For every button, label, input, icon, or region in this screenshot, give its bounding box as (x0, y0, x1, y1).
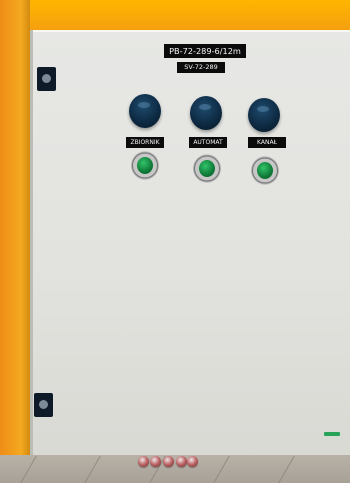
cabinet-edge (30, 30, 33, 460)
floor (0, 455, 350, 483)
lock-icon[interactable] (34, 393, 53, 417)
label-zbiornik: ZBIORNIK (126, 137, 164, 148)
panel-subtitle-plate: SV-72-289 (177, 62, 225, 73)
cable-gland (176, 456, 187, 467)
photo-stage: PB-72-289-6/12m SV-72-289 ZBIORNIK AUTOM… (0, 0, 350, 483)
selector-knob-zbiornik[interactable] (129, 94, 161, 128)
indicator-light-zbiornik[interactable] (131, 151, 159, 180)
control-cabinet (30, 30, 350, 460)
wall-left (0, 0, 30, 483)
indicator-light-kanal[interactable] (251, 156, 279, 185)
indicator-light-automat[interactable] (193, 154, 221, 183)
panel-title-plate: PB-72-289-6/12m (164, 44, 246, 58)
label-automat: AUTOMAT (189, 137, 227, 148)
selector-knob-kanal[interactable] (248, 98, 280, 132)
brand-label (324, 432, 340, 436)
cable-gland (150, 456, 161, 467)
cable-gland (138, 456, 149, 467)
label-kanal: KANAŁ (248, 137, 286, 148)
lock-icon[interactable] (37, 67, 56, 91)
cable-gland (163, 456, 174, 467)
selector-knob-automat[interactable] (190, 96, 222, 130)
cable-gland (187, 456, 198, 467)
